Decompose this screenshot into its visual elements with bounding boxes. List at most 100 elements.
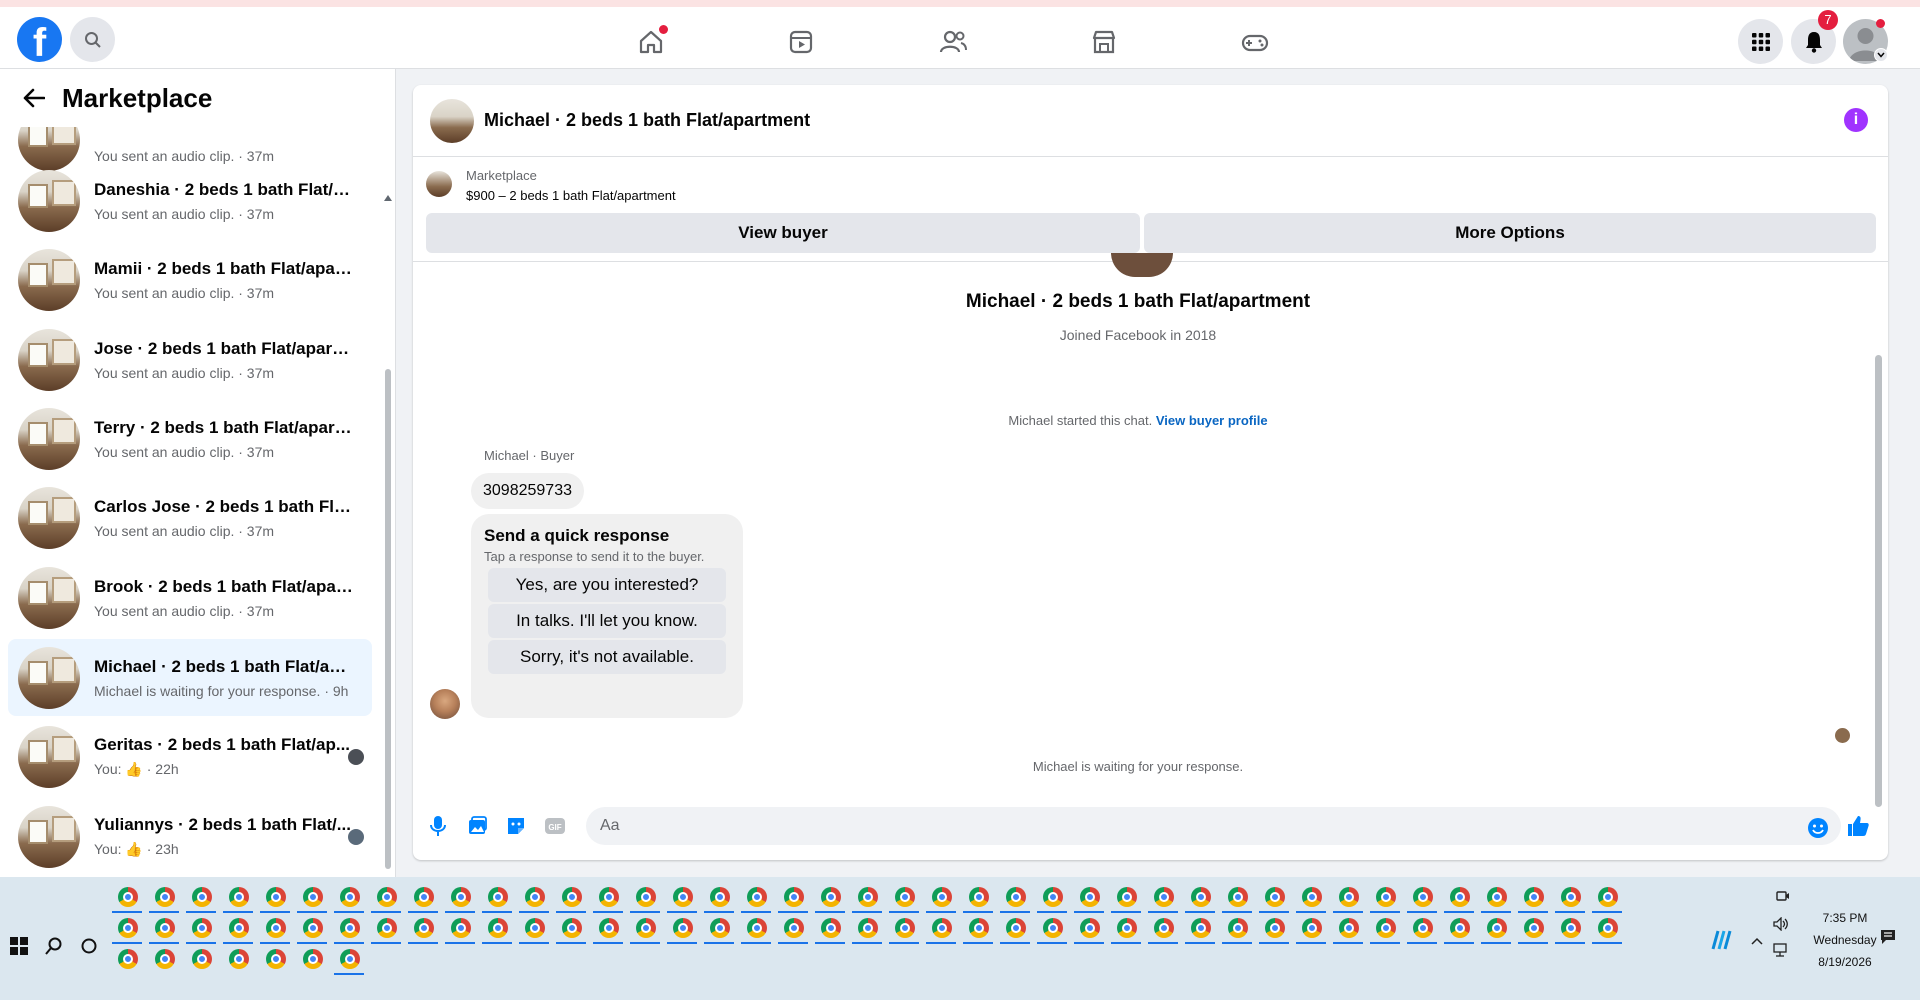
chrome-taskbar-icon[interactable]	[821, 918, 841, 938]
chrome-taskbar-icon[interactable]	[1228, 887, 1248, 907]
weather-widget-icon[interactable]	[1708, 927, 1734, 953]
chrome-taskbar-icon[interactable]	[340, 949, 360, 969]
conversation-item[interactable]: Geritas · 2 beds 1 bath Flat/ap... You: …	[8, 718, 372, 795]
quick-response-option[interactable]: Sorry, it's not available.	[488, 640, 726, 674]
chrome-taskbar-icon[interactable]	[266, 949, 286, 969]
more-options-button[interactable]: More Options	[1144, 213, 1876, 253]
chrome-taskbar-icon[interactable]	[1265, 918, 1285, 938]
chrome-taskbar-icon[interactable]	[1413, 918, 1433, 938]
chrome-taskbar-icon[interactable]	[1043, 918, 1063, 938]
conversation-item-active[interactable]: Michael · 2 beds 1 bath Flat/apar... Mich…	[8, 639, 372, 716]
chrome-taskbar-icon[interactable]	[488, 887, 508, 907]
chrome-taskbar-icon[interactable]	[784, 918, 804, 938]
chrome-taskbar-icon[interactable]	[747, 887, 767, 907]
chrome-taskbar-icon[interactable]	[1339, 887, 1359, 907]
quick-response-option[interactable]: Yes, are you interested?	[488, 568, 726, 602]
chrome-taskbar-icon[interactable]	[303, 949, 323, 969]
chrome-taskbar-icon[interactable]	[710, 918, 730, 938]
chrome-taskbar-icon[interactable]	[1191, 887, 1211, 907]
chrome-taskbar-icon[interactable]	[340, 887, 360, 907]
chrome-taskbar-icon[interactable]	[118, 918, 138, 938]
conversation-item[interactable]: Yuliannys · 2 beds 1 bath Flat/... You: …	[8, 798, 372, 875]
chrome-taskbar-icon[interactable]	[1598, 918, 1618, 938]
listing-price[interactable]: $900 – 2 beds 1 bath Flat/apartment	[466, 188, 676, 203]
conversation-item[interactable]: Carlos Jose · 2 beds 1 bath Flat/a... You…	[8, 479, 372, 556]
chrome-taskbar-icon[interactable]	[1154, 887, 1174, 907]
chrome-taskbar-icon[interactable]	[1413, 887, 1433, 907]
chat-listing-avatar[interactable]	[430, 98, 474, 143]
chrome-taskbar-icon[interactable]	[1080, 918, 1100, 938]
chrome-taskbar-icon[interactable]	[1191, 918, 1211, 938]
chrome-taskbar-icon[interactable]	[1561, 918, 1581, 938]
listing-thumbnail[interactable]	[426, 171, 452, 197]
conversation-item[interactable]: Terry · 2 beds 1 bath Flat/apartm... You …	[8, 400, 372, 477]
back-button[interactable]	[20, 84, 48, 112]
info-icon[interactable]: i	[1844, 108, 1868, 132]
view-buyer-button[interactable]: View buyer	[426, 213, 1140, 253]
facebook-logo[interactable]: f	[17, 17, 62, 62]
chrome-taskbar-icon[interactable]	[1302, 918, 1322, 938]
chrome-taskbar-icon[interactable]	[932, 918, 952, 938]
nav-home[interactable]	[634, 25, 668, 59]
taskbar-clock[interactable]: 7:35 PM Wednesday 8/19/2026	[1800, 907, 1890, 973]
chrome-taskbar-icon[interactable]	[636, 887, 656, 907]
chrome-taskbar-icon[interactable]	[192, 918, 212, 938]
chrome-taskbar-icon[interactable]	[340, 918, 360, 938]
chevron-up-icon[interactable]	[1751, 937, 1763, 945]
message-bubble[interactable]: 3098259733	[471, 473, 584, 509]
conversation-item[interactable]: Jose · 2 beds 1 bath Flat/apartm... You s…	[8, 321, 372, 398]
chrome-taskbar-icon[interactable]	[895, 918, 915, 938]
chrome-taskbar-icon[interactable]	[1006, 887, 1026, 907]
voice-clip-button[interactable]	[426, 814, 450, 838]
account-chevron[interactable]	[1874, 48, 1888, 62]
chrome-taskbar-icon[interactable]	[1043, 887, 1063, 907]
view-buyer-profile-link[interactable]: View buyer profile	[1156, 413, 1268, 428]
sidebar-scroll-thumb[interactable]	[385, 369, 391, 869]
chrome-taskbar-icon[interactable]	[229, 949, 249, 969]
chrome-taskbar-icon[interactable]	[377, 887, 397, 907]
windows-start-icon[interactable]	[10, 937, 28, 955]
chrome-taskbar-icon[interactable]	[1376, 918, 1396, 938]
chrome-taskbar-icon[interactable]	[969, 887, 989, 907]
sticker-button[interactable]	[504, 814, 528, 838]
network-icon[interactable]	[1773, 943, 1789, 957]
chrome-taskbar-icon[interactable]	[192, 887, 212, 907]
menu-button[interactable]	[1738, 19, 1783, 64]
meet-now-icon[interactable]	[1776, 889, 1790, 903]
chrome-taskbar-icon[interactable]	[969, 918, 989, 938]
chrome-taskbar-icon[interactable]	[1487, 918, 1507, 938]
chrome-taskbar-icon[interactable]	[1228, 918, 1248, 938]
chrome-taskbar-icon[interactable]	[673, 887, 693, 907]
notification-center-icon[interactable]	[1880, 929, 1896, 945]
like-button[interactable]	[1846, 814, 1870, 838]
nav-gaming[interactable]	[1238, 25, 1272, 59]
chrome-taskbar-icon[interactable]	[1450, 887, 1470, 907]
chrome-taskbar-icon[interactable]	[747, 918, 767, 938]
chrome-taskbar-icon[interactable]	[155, 949, 175, 969]
chrome-taskbar-icon[interactable]	[1598, 887, 1618, 907]
chrome-taskbar-icon[interactable]	[932, 887, 952, 907]
chrome-taskbar-icon[interactable]	[118, 949, 138, 969]
chrome-taskbar-icon[interactable]	[562, 887, 582, 907]
message-input[interactable]: Aa	[586, 807, 1841, 845]
chrome-taskbar-icon[interactable]	[858, 918, 878, 938]
search-icon[interactable]	[45, 937, 63, 955]
chrome-taskbar-icon[interactable]	[1524, 887, 1544, 907]
nav-marketplace[interactable]	[1087, 25, 1121, 59]
chrome-taskbar-icon[interactable]	[1080, 887, 1100, 907]
chrome-taskbar-icon[interactable]	[1339, 918, 1359, 938]
chrome-taskbar-icon[interactable]	[562, 918, 582, 938]
chrome-taskbar-icon[interactable]	[599, 887, 619, 907]
chrome-taskbar-icon[interactable]	[451, 918, 471, 938]
chrome-taskbar-icon[interactable]	[636, 918, 656, 938]
chrome-taskbar-icon[interactable]	[229, 887, 249, 907]
chrome-taskbar-icon[interactable]	[451, 887, 471, 907]
chrome-taskbar-icon[interactable]	[414, 887, 434, 907]
chrome-taskbar-icon[interactable]	[118, 887, 138, 907]
chrome-taskbar-icon[interactable]	[229, 918, 249, 938]
gif-button[interactable]: GIF	[543, 814, 567, 838]
chrome-taskbar-icon[interactable]	[1265, 887, 1285, 907]
task-view-icon[interactable]	[80, 937, 98, 955]
chrome-taskbar-icon[interactable]	[1117, 918, 1137, 938]
chrome-taskbar-icon[interactable]	[1117, 887, 1137, 907]
